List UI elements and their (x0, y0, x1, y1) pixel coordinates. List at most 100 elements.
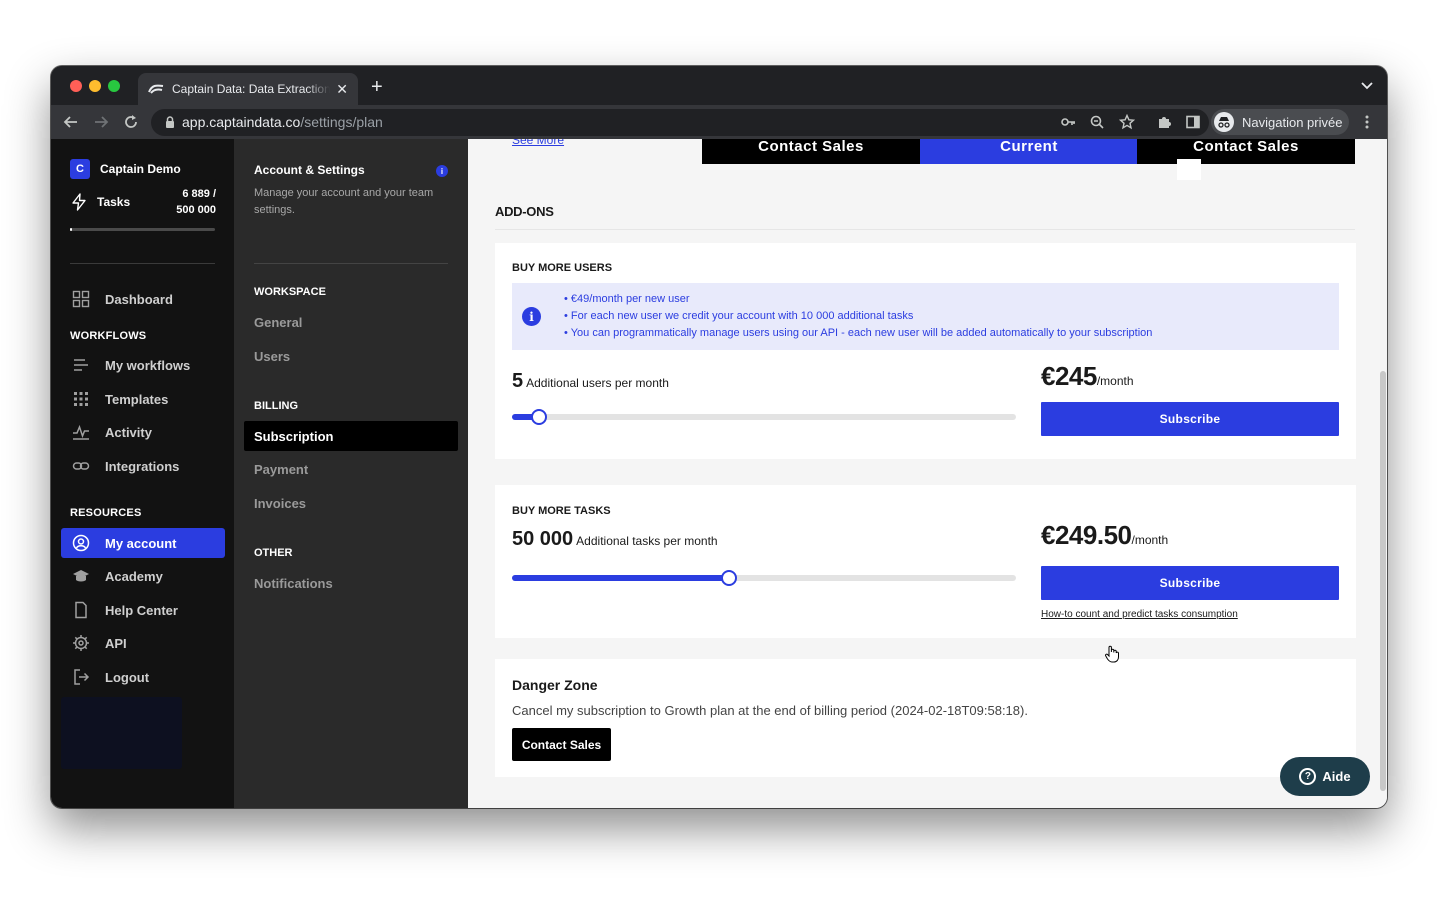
back-arrow-icon[interactable] (61, 112, 81, 132)
zoom-icon[interactable] (1087, 112, 1107, 132)
addons-divider (495, 229, 1355, 230)
sidebar-divider (70, 263, 215, 264)
sidebar-item-help-center[interactable]: Help Center (61, 595, 225, 625)
settings-item-payment[interactable]: Payment (244, 454, 458, 484)
users-subscribe-button[interactable]: Subscribe (1041, 402, 1339, 436)
profile-label: Navigation privée (1242, 114, 1343, 130)
bookmark-star-icon[interactable] (1117, 112, 1137, 132)
forward-arrow-icon[interactable] (91, 112, 111, 132)
activity-pulse-icon (71, 422, 91, 442)
graduation-cap-icon (71, 566, 91, 586)
users-info-box: i • €49/month per new user • For each ne… (512, 283, 1339, 350)
side-panel-icon[interactable] (1183, 112, 1203, 132)
gear-icon (71, 633, 91, 653)
sidebar-promo-placeholder (61, 697, 182, 769)
question-mark-icon: ? (1299, 768, 1317, 785)
tasks-price-amount: €249.50 (1041, 520, 1132, 550)
workspace-switcher[interactable]: C Captain Demo (70, 159, 181, 179)
tasks-consumption-help-link[interactable]: How-to count and predict tasks consumpti… (1041, 609, 1238, 620)
help-chat-button[interactable]: ? Aide (1280, 757, 1370, 796)
main-scrollbar[interactable] (1379, 139, 1387, 808)
tab-search-chevron-icon[interactable] (1361, 79, 1373, 93)
sidebar-item-academy[interactable]: Academy (61, 561, 225, 591)
sidebar-item-logout[interactable]: Logout (61, 662, 225, 692)
sidebar-item-templates[interactable]: Templates (61, 384, 225, 414)
reload-icon[interactable] (121, 112, 141, 132)
settings-item-users[interactable]: Users (244, 341, 458, 371)
users-price-period: /month (1096, 374, 1134, 388)
workspace-badge: C (70, 159, 90, 179)
key-icon[interactable] (1058, 112, 1078, 132)
tasks-usage: Tasks 6 889 / 500 000 (70, 186, 216, 218)
tasks-used: 6 889 / (182, 188, 216, 200)
tasks-count: 6 889 / 500 000 (176, 186, 216, 218)
tasks-quantity: 50 000 Additional tasks per month (512, 528, 718, 551)
sidebar-item-label: API (105, 635, 127, 651)
tasks-slider[interactable] (512, 570, 1016, 586)
tasks-slider-handle[interactable] (720, 570, 737, 586)
plan-contact-sales-button[interactable]: Contact Sales (702, 139, 920, 164)
billing-section-heading: BILLING (254, 400, 298, 412)
users-slider-handle[interactable] (531, 409, 548, 425)
info-line: • You can programmatically manage users … (564, 327, 1153, 339)
info-line: • For each new user we credit your accou… (564, 310, 914, 322)
main-content: See More Contact Sales Current Contact S… (468, 139, 1387, 808)
lightning-icon (70, 193, 88, 211)
extensions-puzzle-icon[interactable] (1154, 112, 1174, 132)
scrollbar-thumb[interactable] (1380, 371, 1386, 791)
user-circle-icon (71, 533, 91, 553)
close-window-button[interactable] (70, 80, 82, 92)
sidebar-item-integrations[interactable]: Integrations (61, 451, 225, 481)
sidebar-item-my-workflows[interactable]: My workflows (61, 350, 225, 380)
settings-item-general[interactable]: General (244, 307, 458, 337)
see-more-link[interactable]: See More (512, 139, 564, 147)
tasks-subscribe-button[interactable]: Subscribe (1041, 566, 1339, 600)
tasks-price: €249.50/month (1041, 520, 1168, 551)
url-text: app.captaindata.co/settings/plan (182, 114, 383, 130)
browser-menu-kebab-icon[interactable] (1357, 112, 1377, 132)
sidebar-item-label: Academy (105, 568, 163, 584)
browser-window: Captain Data: Data Extraction & Automati… (51, 66, 1387, 808)
sidebar-item-label: Templates (105, 391, 169, 407)
new-tab-plus-icon[interactable]: + (371, 77, 383, 97)
users-quantity: 5 Additional users per month (512, 370, 669, 393)
incognito-profile-button[interactable]: Navigation privée (1211, 109, 1349, 135)
buy-more-users-card: BUY MORE USERS i • €49/month per new use… (495, 243, 1356, 459)
minimize-window-button[interactable] (89, 80, 101, 92)
tasks-quantity-value: 50 000 (512, 528, 574, 550)
tab-title: Captain Data: Data Extraction & Automati… (172, 82, 331, 96)
help-button-label: Aide (1322, 769, 1351, 784)
plan-current-button[interactable]: Current (920, 139, 1138, 164)
tasks-quantity-unit: Additional tasks per month (576, 534, 718, 548)
captaindata-favicon-icon (148, 81, 164, 97)
lock-icon (163, 115, 177, 129)
address-bar[interactable]: app.captaindata.co/settings/plan (151, 109, 1209, 136)
dashboard-grid-icon (71, 289, 91, 309)
users-price: €245/month (1041, 361, 1134, 392)
settings-item-subscription[interactable]: Subscription (244, 421, 458, 451)
browser-tab-active[interactable]: Captain Data: Data Extraction & Automati… (138, 73, 358, 105)
maximize-window-button[interactable] (108, 80, 120, 92)
plan-contact-sales-button[interactable]: Contact Sales (1137, 139, 1355, 164)
danger-contact-sales-button[interactable]: Contact Sales (512, 728, 611, 761)
addons-heading: ADD-ONS (495, 204, 554, 219)
sidebar-item-dashboard[interactable]: Dashboard (61, 284, 225, 314)
sidebar-item-my-account[interactable]: My account (61, 528, 225, 558)
browser-toolbar: app.captaindata.co/settings/plan Navigat… (51, 105, 1387, 139)
sidebar-item-activity[interactable]: Activity (61, 417, 225, 447)
tasks-progress-fill (70, 228, 72, 231)
list-icon (71, 355, 91, 375)
info-icon[interactable]: i (436, 165, 448, 177)
users-slider[interactable] (512, 409, 1016, 425)
resources-section-heading: RESOURCES (70, 507, 142, 519)
sidebar-item-label: Activity (105, 424, 152, 440)
tab-close-icon[interactable]: ✕ (336, 81, 348, 98)
document-icon (71, 600, 91, 620)
sidebar-item-api[interactable]: API (61, 628, 225, 658)
sidebar-item-label: Logout (105, 669, 150, 685)
settings-item-notifications[interactable]: Notifications (244, 568, 458, 598)
tasks-progress-bar (70, 228, 215, 231)
settings-divider (254, 263, 448, 264)
settings-item-invoices[interactable]: Invoices (244, 488, 458, 518)
users-price-amount: €245 (1041, 361, 1097, 391)
